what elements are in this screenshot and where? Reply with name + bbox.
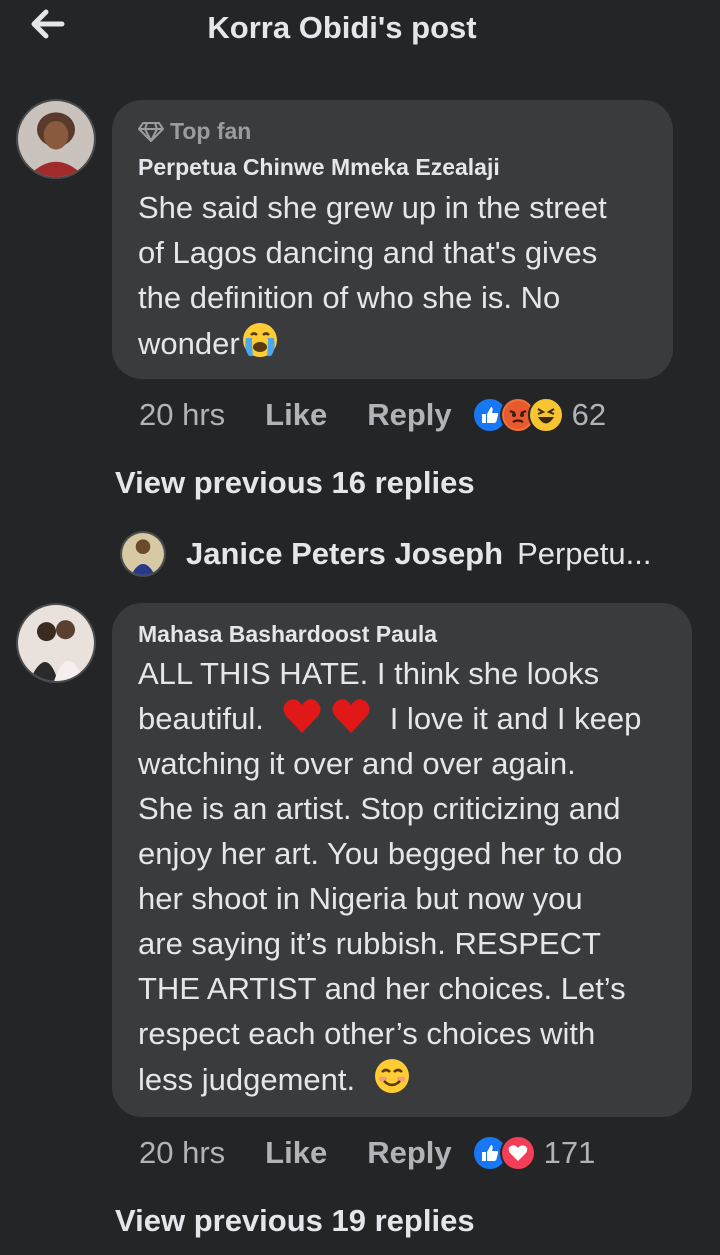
reply-snippet: Perpetu... (517, 536, 652, 571)
avatar[interactable] (16, 99, 96, 179)
comment-author[interactable]: Mahasa Bashardoost Paula (138, 621, 437, 648)
comment-line: less judgement. (138, 1062, 356, 1097)
post-comments-screen: Korra Obidi's post Top fan Perpetua Chin… (0, 0, 720, 1255)
reply-button[interactable]: Reply (367, 1135, 451, 1171)
reply-preview[interactable]: Janice Peters Joseph Perpetu... (120, 531, 700, 577)
comment-line: ALL THIS HATE. I think she looks (138, 656, 600, 691)
comment-bubble: Mahasa Bashardoost Paula ALL THIS HATE. … (112, 603, 692, 1117)
comment-line: of Lagos dancing and that's gives (138, 235, 598, 270)
heart-icon (332, 699, 370, 733)
comment-actions: 20 hrs Like Reply 62 (139, 393, 606, 437)
comment-actions: 20 hrs Like Reply 171 (139, 1131, 595, 1175)
comment-line: are saying it’s rubbish. RESPECT (138, 926, 601, 961)
comment-line: enjoy her art. You begged her to do (138, 836, 623, 871)
reply-author[interactable]: Janice Peters Joseph (186, 536, 503, 572)
diamond-icon (138, 121, 164, 142)
comment-line: She said she grew up in the street (138, 190, 607, 225)
comment-line: THE ARTIST and her choices. Let’s (138, 971, 626, 1006)
view-previous-replies-link[interactable]: View previous 16 replies (115, 465, 475, 501)
comment-line: beautiful. (138, 701, 264, 736)
comment-line: respect each other’s choices with (138, 1016, 596, 1051)
comment-bubble: Top fan Perpetua Chinwe Mmeka Ezealaji S… (112, 100, 673, 379)
heart-icon (283, 699, 322, 733)
page-title: Korra Obidi's post (207, 10, 477, 45)
love-icon (499, 1135, 536, 1171)
comment-line-wrap: beautiful. I love it and I keep (138, 696, 641, 741)
comment-text: She said she grew up in the street of La… (138, 185, 607, 366)
haha-icon (527, 397, 564, 433)
smiling-face-icon (374, 1059, 409, 1093)
top-fan-badge: Top fan (138, 118, 251, 145)
comment-text: ALL THIS HATE. I think she looks beautif… (138, 651, 641, 1102)
view-previous-replies-link[interactable]: View previous 19 replies (115, 1203, 475, 1239)
reaction-summary[interactable]: 171 (471, 1135, 596, 1171)
reaction-count: 62 (571, 397, 607, 432)
reaction-count: 171 (543, 1135, 596, 1170)
comment-line: She is an artist. Stop criticizing and (138, 791, 621, 826)
comment-line-wrap: wonder (138, 320, 607, 366)
avatar[interactable] (120, 531, 166, 577)
like-button[interactable]: Like (265, 1135, 327, 1171)
comment-line: watching it over and over again. (138, 746, 576, 781)
reaction-summary[interactable]: 62 (471, 397, 607, 433)
comment-line: wonder (138, 326, 240, 361)
page-title-wrap: Korra Obidi's post (0, 10, 720, 46)
comment-time[interactable]: 20 hrs (139, 1135, 225, 1171)
like-button[interactable]: Like (265, 397, 327, 433)
comment-author[interactable]: Perpetua Chinwe Mmeka Ezealaji (138, 154, 500, 181)
badge-label: Top fan (170, 118, 252, 144)
reply-button[interactable]: Reply (367, 397, 451, 433)
comment-time[interactable]: 20 hrs (139, 397, 225, 433)
crying-face-icon (242, 323, 277, 357)
comment-line-wrap: less judgement. (138, 1056, 641, 1102)
top-bar: Korra Obidi's post (0, 0, 720, 58)
comment-line: her shoot in Nigeria but now you (138, 881, 583, 916)
comment-line: I love it and I keep (389, 701, 642, 736)
comment-line: the definition of who she is. No (138, 280, 561, 315)
avatar[interactable] (16, 603, 96, 683)
